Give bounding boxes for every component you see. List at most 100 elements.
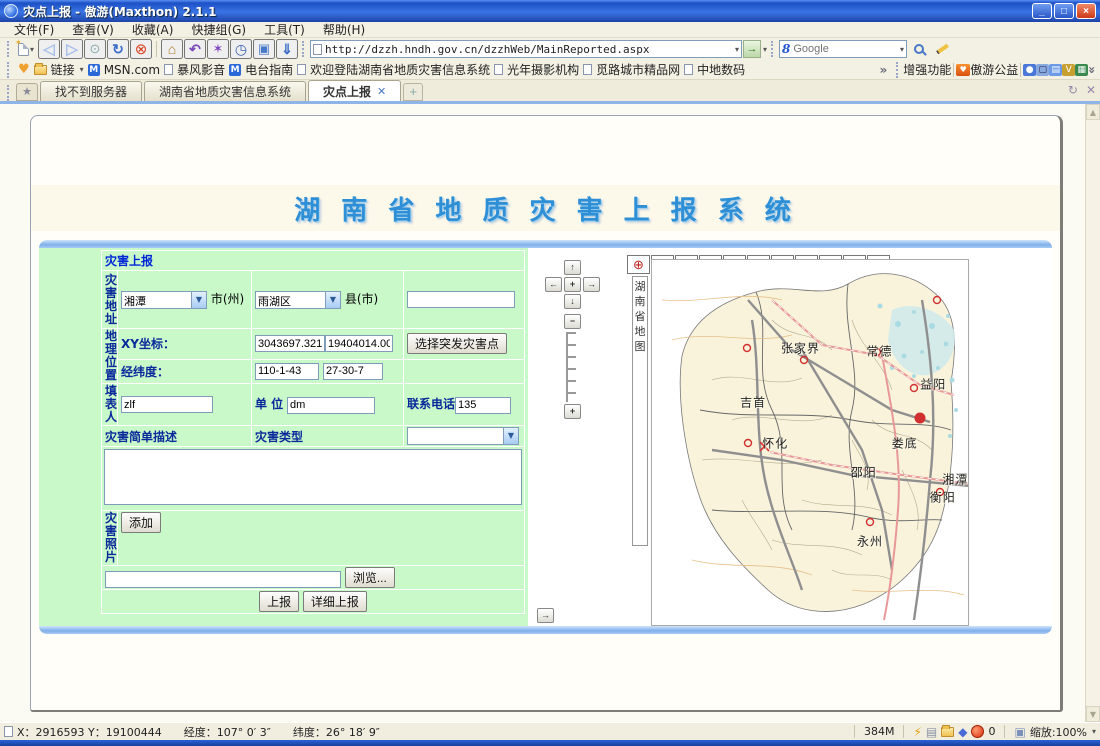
favorites-heart-icon[interactable]: ♥ <box>18 62 30 77</box>
search-go-button[interactable] <box>908 39 930 59</box>
detail-submit-button[interactable]: 详细上报 <box>303 591 367 612</box>
browse-button[interactable]: 浏览... <box>345 567 395 588</box>
blue-globe-icon[interactable]: ● <box>1023 64 1036 76</box>
unit-input[interactable] <box>287 397 375 414</box>
scroll-down-icon[interactable]: ▼ <box>1086 706 1100 722</box>
highlight-button[interactable] <box>931 39 953 59</box>
menu-tools[interactable]: 工具(T) <box>256 21 313 38</box>
city-select[interactable]: 湘潭▼ <box>121 291 207 309</box>
link-item[interactable]: 暴风影音 <box>177 61 225 78</box>
printer-icon[interactable]: ▤ <box>926 726 937 738</box>
phone-input[interactable] <box>455 397 511 414</box>
tab-hunan-geo-system[interactable]: 湖南省地质灾害信息系统 <box>144 81 306 101</box>
reporter-name-input[interactable] <box>121 396 213 413</box>
pan-right-button[interactable]: → <box>583 277 600 292</box>
search-engine-icon[interactable]: 8 <box>782 42 790 56</box>
latitude-input[interactable] <box>323 363 383 380</box>
menu-view[interactable]: 查看(V) <box>64 21 122 38</box>
y-coord-input[interactable] <box>325 335 393 352</box>
minimize-button[interactable]: _ <box>1032 3 1052 19</box>
maxthon-charity-link[interactable]: 傲游公益 <box>970 61 1018 78</box>
close-tabs-icon[interactable]: ✕ <box>1086 83 1096 97</box>
snapshot-button[interactable]: ▣ <box>253 39 275 59</box>
link-item[interactable]: 光年摄影机构 <box>507 61 579 78</box>
history-dropdown-button[interactable]: ⊙ <box>84 39 106 59</box>
back-button[interactable]: ◁ <box>38 39 60 59</box>
download-button[interactable]: ⇓ <box>276 39 298 59</box>
stop-button[interactable]: ⊗ <box>130 39 152 59</box>
new-page-button[interactable]: ▾ <box>15 39 37 59</box>
address-detail-input[interactable] <box>407 291 515 308</box>
letter-v-icon[interactable]: V <box>1062 64 1075 76</box>
chevron-down-icon[interactable]: ▼ <box>503 428 518 444</box>
zoom-minus-button[interactable]: − <box>564 314 581 329</box>
county-select[interactable]: 雨湖区▼ <box>255 291 341 309</box>
pan-center-button[interactable]: + <box>564 277 581 292</box>
link-item[interactable]: MSN.com <box>104 63 160 77</box>
tab-list-star-button[interactable]: ★ <box>16 83 38 101</box>
link-item[interactable]: 觅路城市精品网 <box>596 61 680 78</box>
tab-disaster-report[interactable]: 灾点上报✕ <box>308 80 401 101</box>
pan-down-button[interactable]: ↓ <box>564 294 581 309</box>
links-folder-label[interactable]: 链接 <box>51 61 75 78</box>
menu-file[interactable]: 文件(F) <box>6 21 62 38</box>
close-button[interactable]: × <box>1076 3 1096 19</box>
link-item[interactable]: 中地数码 <box>697 61 745 78</box>
x-coord-input[interactable] <box>255 335 325 352</box>
folder-icon[interactable] <box>941 727 954 737</box>
zoom-in-tool[interactable]: ⊕ <box>627 255 650 274</box>
content-scrollbar[interactable]: ▲ ▼ <box>1085 104 1100 722</box>
zoom-dropdown-icon[interactable]: ▾ <box>1092 727 1096 736</box>
resize-window-icon[interactable]: ▣ <box>1014 726 1025 738</box>
window-icon[interactable]: ▢ <box>1036 64 1049 76</box>
scroll-up-icon[interactable]: ▲ <box>1086 104 1100 120</box>
go-dropdown-icon[interactable]: ▾ <box>763 45 767 54</box>
diamond-icon[interactable]: ◆ <box>958 726 967 738</box>
chevron-down-icon[interactable]: ▼ <box>325 292 340 308</box>
tab-close-icon[interactable]: ✕ <box>377 85 386 98</box>
history-button[interactable]: ◷ <box>230 39 252 59</box>
pages-icon[interactable]: ▤ <box>1049 64 1062 76</box>
pan-up-button[interactable]: ↑ <box>564 260 581 275</box>
links-overflow-chevron[interactable]: » <box>879 63 887 77</box>
disaster-type-select[interactable]: ▼ <box>407 427 519 445</box>
menu-groups[interactable]: 快捷组(G) <box>183 21 254 38</box>
far-overflow-chevron[interactable]: » <box>1085 66 1099 74</box>
zoom-slider[interactable] <box>566 332 576 402</box>
search-dropdown-icon[interactable]: ▾ <box>900 45 904 54</box>
enhance-features-link[interactable]: 增强功能 <box>903 61 951 78</box>
refresh-tabs-icon[interactable]: ↻ <box>1068 83 1078 97</box>
refresh-button[interactable]: ↻ <box>107 39 129 59</box>
menu-help[interactable]: 帮助(H) <box>315 21 373 38</box>
add-photo-button[interactable]: 添加 <box>121 512 161 533</box>
pick-disaster-point-button[interactable]: 选择突发灾害点 <box>407 333 507 354</box>
photo-file-input[interactable] <box>105 571 341 588</box>
boost-lightning-icon[interactable]: ⚡ <box>913 726 921 738</box>
link-item[interactable]: 电台指南 <box>245 61 293 78</box>
search-input[interactable] <box>793 43 896 55</box>
pan-left-button[interactable]: ← <box>545 277 562 292</box>
zoom-level-label[interactable]: 缩放:100% <box>1030 724 1087 740</box>
url-input[interactable] <box>325 43 731 56</box>
undo-button[interactable]: ↶ <box>184 39 206 59</box>
menu-favorites[interactable]: 收藏(A) <box>124 21 182 38</box>
disaster-desc-textarea[interactable] <box>104 449 522 505</box>
tab-server-not-found[interactable]: 找不到服务器 <box>40 81 142 101</box>
forward-button[interactable]: ▷ <box>61 39 83 59</box>
collapse-panel-button[interactable]: → <box>537 608 554 623</box>
submit-button[interactable]: 上报 <box>259 591 299 612</box>
longitude-input[interactable] <box>255 363 319 380</box>
magic-wand-button[interactable]: ✶ <box>207 39 229 59</box>
new-tab-button[interactable]: + <box>403 83 423 101</box>
link-item[interactable]: 欢迎登陆湖南省地质灾害信息系统 <box>310 61 490 78</box>
map-canvas[interactable]: 张家界 常德 益阳 吉首 怀化 娄底 湘潭 邵阳 衡阳 永州 <box>651 259 969 626</box>
zoom-plus-button[interactable]: + <box>564 404 581 419</box>
chevron-down-icon[interactable]: ▼ <box>191 292 206 308</box>
url-dropdown-icon[interactable]: ▾ <box>735 45 739 54</box>
panel-top-bar <box>39 240 1052 248</box>
home-button[interactable]: ⌂ <box>161 39 183 59</box>
restore-button[interactable]: □ <box>1054 3 1074 19</box>
links-folder-dropdown-icon[interactable]: ▾ <box>80 65 84 74</box>
ad-blocker-icon[interactable] <box>971 725 984 738</box>
go-button[interactable]: → <box>743 40 761 58</box>
